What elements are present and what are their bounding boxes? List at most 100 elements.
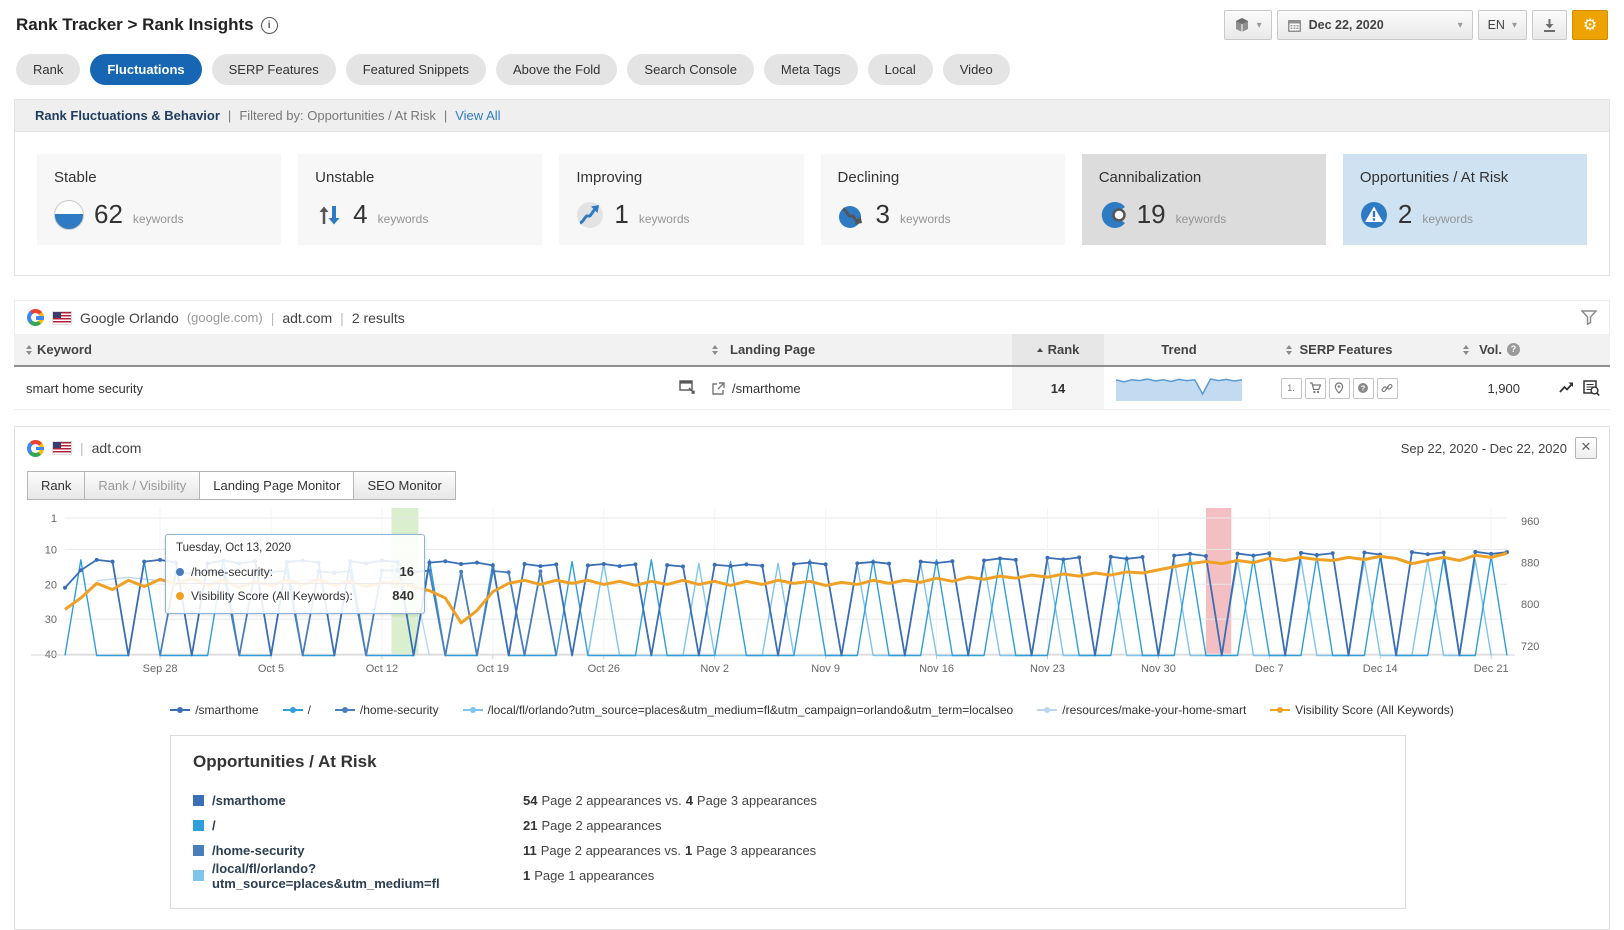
svg-text:800: 800	[1521, 599, 1539, 611]
legend-item[interactable]: Visibility Score (All Keywords)	[1270, 703, 1454, 717]
col-landing-page[interactable]: Landing Page	[712, 342, 1012, 357]
card-cannibalization[interactable]: Cannibalization 19 keywords	[1082, 154, 1326, 245]
trend-sparkline[interactable]	[1104, 375, 1254, 401]
sort-icon	[1463, 345, 1469, 355]
opportunities-title: Opportunities / At Risk	[193, 752, 1383, 772]
warning-icon	[1360, 201, 1388, 229]
engine-domain: (google.com)	[187, 310, 263, 325]
sort-icon	[1286, 345, 1292, 355]
legend-item[interactable]: /smarthome	[170, 703, 258, 717]
view-all-link[interactable]: View All	[455, 108, 500, 123]
chart-legend: /smarthome / /home-security/local/fl/orlan…	[15, 691, 1609, 723]
date-value: Dec 22, 2020	[1309, 18, 1384, 32]
series-dot	[176, 592, 184, 600]
page-title: Rank Tracker > Rank Insights	[16, 15, 254, 35]
svg-text:Oct 19: Oct 19	[477, 663, 509, 675]
visibility-trend-icon[interactable]	[1559, 380, 1575, 394]
nav-tabs: Rank Fluctuations SERP Features Featured…	[0, 44, 1624, 99]
svg-text:Dec 7: Dec 7	[1255, 663, 1284, 675]
card-improving[interactable]: Improving 1 keywords	[559, 154, 803, 245]
external-link-icon[interactable]	[712, 382, 725, 395]
legend-item[interactable]: /	[283, 703, 311, 717]
top-bar: Rank Tracker > Rank Insights i ▾ Dec 22,…	[0, 0, 1624, 44]
list-item: /local/fl/orlando?utm_source=places&utm_…	[193, 863, 1383, 888]
table-row[interactable]: smart home security /smarthome 14 1. ? 1…	[14, 367, 1610, 410]
tab-video[interactable]: Video	[943, 54, 1010, 85]
legend-label: Visibility Score (All Keywords)	[1295, 703, 1454, 717]
separator: |	[228, 108, 231, 123]
date-picker[interactable]: Dec 22, 2020 ▾	[1277, 10, 1473, 40]
serp-preview-icon[interactable]	[1583, 380, 1600, 396]
map-pin-icon[interactable]	[1329, 378, 1350, 399]
legend-item[interactable]: /local/fl/orlando?utm_source=places&utm_…	[463, 703, 1014, 717]
col-rank[interactable]: Rank	[1012, 334, 1104, 365]
col-volume[interactable]: Vol.?	[1424, 342, 1520, 357]
legend-item[interactable]: /home-security	[335, 703, 439, 717]
svg-text:Nov 16: Nov 16	[919, 663, 954, 675]
tooltip-series-value: 16	[400, 564, 414, 579]
opportunity-stats: 1Page 1 appearances	[523, 868, 666, 883]
download-icon	[1542, 18, 1557, 33]
chart-tab-landing-page-monitor[interactable]: Landing Page Monitor	[200, 471, 354, 500]
legend-label: /home-security	[360, 703, 439, 717]
chart-tab-rank-visibility[interactable]: Rank / Visibility	[85, 471, 200, 500]
google-logo	[27, 440, 44, 457]
chart-panel: | adt.com Sep 22, 2020 - Dec 22, 2020 ✕ …	[14, 426, 1610, 930]
tab-serp-features[interactable]: SERP Features	[212, 54, 336, 85]
link-icon[interactable]	[1377, 378, 1398, 399]
col-keyword[interactable]: Keyword	[14, 342, 664, 357]
landing-page-link[interactable]: /smarthome	[732, 381, 801, 396]
chart-tab-rank[interactable]: Rank	[27, 471, 85, 500]
rank-value: 14	[1012, 367, 1104, 409]
fluctuations-panel: Rank Fluctuations & Behavior | Filtered …	[14, 99, 1610, 276]
tooltip-series-value: 840	[392, 588, 414, 603]
tab-above-the-fold[interactable]: Above the Fold	[496, 54, 617, 85]
col-serp-features[interactable]: SERP Features	[1254, 342, 1424, 357]
chart-area[interactable]: 110203040960880800720Sep 28Oct 5Oct 12Oc…	[25, 508, 1599, 691]
serp-pages-icon[interactable]	[664, 380, 712, 396]
legend-label: /smarthome	[195, 703, 258, 717]
card-unstable[interactable]: Unstable 4 keywords	[298, 154, 542, 245]
us-flag-icon	[52, 311, 72, 325]
serp-onebox-badge[interactable]: 1.	[1281, 378, 1302, 399]
svg-text:20: 20	[45, 579, 57, 591]
tab-fluctuations[interactable]: Fluctuations	[90, 54, 201, 85]
legend-label: /	[308, 703, 311, 717]
tab-rank[interactable]: Rank	[16, 54, 80, 85]
toolbar: ▾ Dec 22, 2020 ▾ EN ▾ ⚙	[1224, 10, 1608, 40]
tab-meta-tags[interactable]: Meta Tags	[764, 54, 858, 85]
tooltip-date: Tuesday, Oct 13, 2020	[176, 542, 414, 554]
filter-label: Filtered by: Opportunities / At Risk	[239, 108, 436, 123]
settings-button[interactable]: ⚙	[1572, 10, 1608, 40]
chevron-down-icon: ▾	[1512, 20, 1517, 31]
svg-text:Oct 5: Oct 5	[258, 663, 284, 675]
tab-featured-snippets[interactable]: Featured Snippets	[346, 54, 486, 85]
card-stable[interactable]: Stable 62 keywords	[37, 154, 281, 245]
card-opportunities-at-risk[interactable]: Opportunities / At Risk 2 keywords	[1343, 154, 1587, 245]
card-declining[interactable]: Declining 3 keywords	[821, 154, 1065, 245]
language-value: EN	[1488, 18, 1505, 32]
fluctuations-title: Rank Fluctuations & Behavior	[35, 108, 220, 123]
declining-icon	[838, 201, 866, 229]
download-button[interactable]	[1532, 10, 1567, 40]
svg-text:960: 960	[1521, 516, 1539, 528]
tab-search-console[interactable]: Search Console	[627, 54, 754, 85]
filter-icon[interactable]	[1581, 310, 1597, 325]
results-count: 2 results	[352, 310, 405, 326]
sort-icon	[712, 345, 718, 355]
shopping-cart-icon[interactable]	[1305, 378, 1326, 399]
legend-item[interactable]: /resources/make-your-home-smart	[1037, 703, 1246, 717]
calendar-icon	[1287, 18, 1302, 33]
chart-tab-seo-monitor[interactable]: SEO Monitor	[354, 471, 455, 500]
us-flag-icon	[52, 441, 72, 455]
info-icon[interactable]: i	[261, 17, 278, 34]
opportunity-path: /home-security	[212, 843, 304, 858]
chart-site-name: adt.com	[92, 440, 142, 456]
svg-text:720: 720	[1521, 641, 1539, 653]
language-selector[interactable]: EN ▾	[1478, 10, 1527, 40]
tab-local[interactable]: Local	[868, 54, 933, 85]
svg-text:Nov 2: Nov 2	[700, 663, 729, 675]
question-icon[interactable]: ?	[1353, 378, 1374, 399]
close-icon[interactable]: ✕	[1575, 437, 1597, 459]
reports-menu-button[interactable]: ▾	[1224, 10, 1272, 40]
